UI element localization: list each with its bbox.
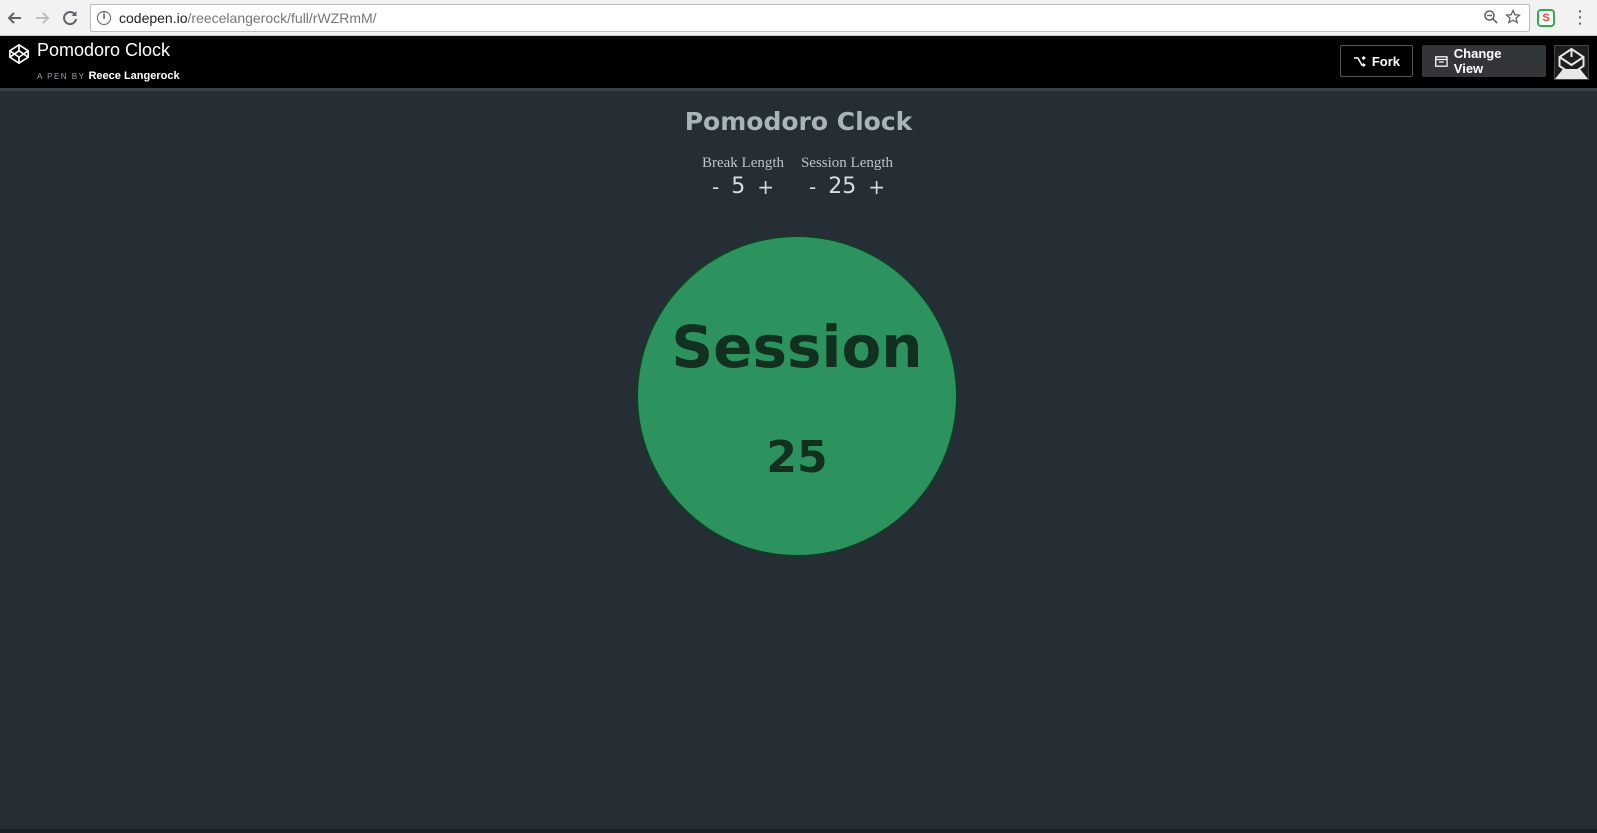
session-length-stepper: - 25 + [797,174,897,199]
extension-icon[interactable]: S [1537,9,1555,27]
layout-icon [1435,55,1448,67]
session-length-control: Session Length - 25 + [797,155,897,199]
reload-button[interactable] [59,7,81,29]
break-increment-button[interactable]: + [755,175,776,199]
session-length-value: 25 [828,174,857,199]
codepen-logo-icon[interactable] [8,43,30,65]
arrow-right-icon [36,12,50,24]
avatar-icon [1555,46,1588,79]
url-host: codepen.io [119,10,188,26]
back-button[interactable] [4,7,26,29]
session-decrement-button[interactable]: - [807,175,818,199]
codepen-header: Pomodoro Clock A PEN BY Reece Langerock F… [0,36,1597,91]
bookmark-star-icon[interactable] [1504,8,1522,29]
address-bar[interactable]: i codepen.io/reecelangerock/full/rWZRmM/ [90,4,1530,32]
byline-prefix: A PEN BY [37,72,86,81]
author-link[interactable]: Reece Langerock [88,70,179,82]
timer-mode-label: Session [671,313,923,381]
change-view-label: Change View [1453,46,1502,76]
app-title: Pomodoro Clock [684,107,913,136]
break-length-control: Break Length - 5 + [698,155,788,199]
pen-byline: A PEN BY Reece Langerock [37,66,180,84]
browser-menu-icon[interactable]: ⋮ [1570,5,1590,31]
session-increment-button[interactable]: + [866,175,887,199]
fork-label: Fork [1371,53,1400,69]
url-text[interactable]: codepen.io/reecelangerock/full/rWZRmM/ [119,10,377,26]
session-length-label: Session Length [800,155,894,171]
pen-title: Pomodoro Clock [37,40,171,60]
zoom-icon[interactable] [1483,9,1499,29]
break-length-value: 5 [731,174,746,199]
timer-time-display: 25 [766,432,828,483]
arrow-left-icon [7,12,21,24]
change-view-button[interactable]: Change View [1422,45,1546,77]
browser-toolbar: i codepen.io/reecelangerock/full/rWZRmM/… [0,0,1597,36]
user-avatar[interactable] [1554,45,1589,80]
break-decrement-button[interactable]: - [710,175,721,199]
pomodoro-timer-circle[interactable]: Session 25 [636,235,958,557]
break-length-stepper: - 5 + [698,174,788,199]
reload-icon [63,11,77,26]
fork-icon [1353,55,1366,67]
fork-button[interactable]: Fork [1340,45,1413,77]
url-path: /reecelangerock/full/rWZRmM/ [187,10,377,26]
forward-button[interactable] [31,7,53,29]
bottom-edge [0,829,1597,833]
info-icon[interactable]: i [97,11,111,25]
break-length-label: Break Length [701,155,785,171]
